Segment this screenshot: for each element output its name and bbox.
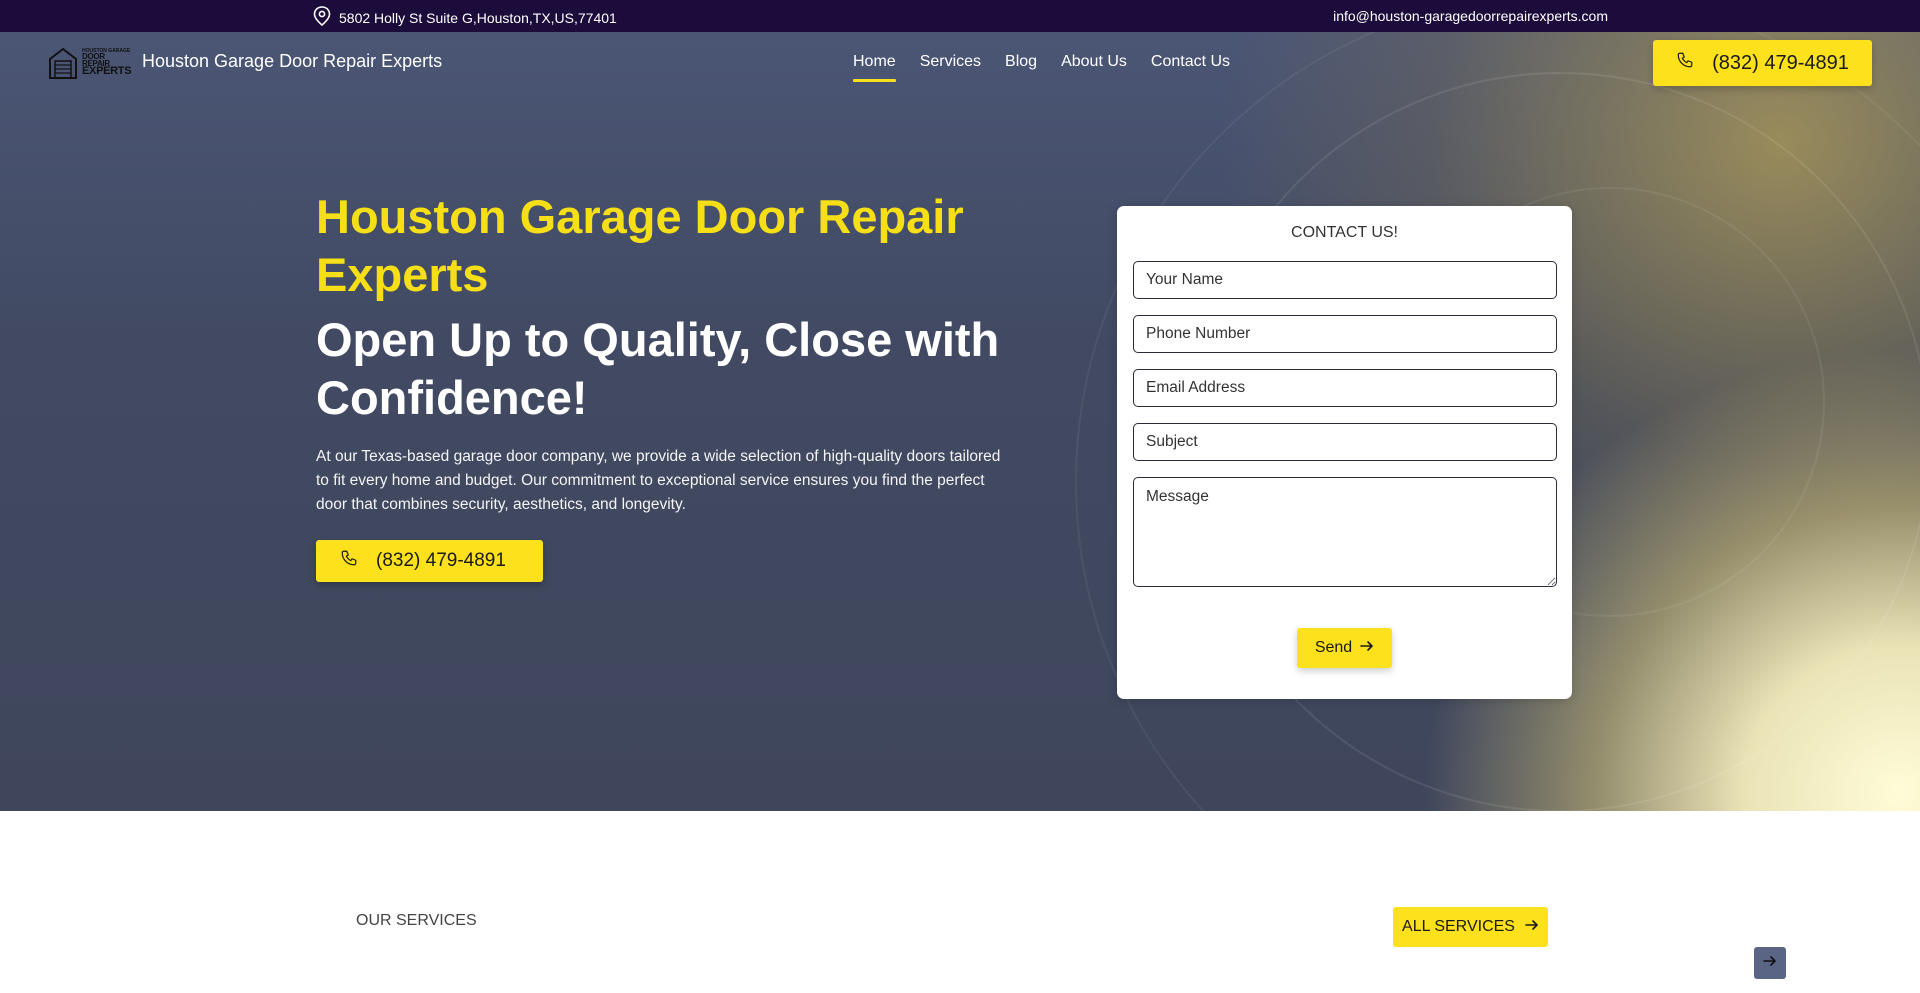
email-input[interactable]	[1133, 369, 1557, 407]
top-bar: 5802 Holly St Suite G,Houston,TX,US,7740…	[0, 0, 1920, 32]
subject-input[interactable]	[1133, 423, 1557, 461]
brand-name[interactable]: Houston Garage Door Repair Experts	[142, 51, 442, 72]
main-nav: Home Services Blog About Us Contact Us	[853, 53, 1230, 82]
logo-text: HOUSTON GARAGE DOOR REPAIR EXPERTS	[82, 47, 132, 78]
email-link[interactable]: info@houston-garagedoorrepairexperts.com	[1333, 8, 1608, 24]
arrow-right-icon	[1360, 639, 1374, 658]
hero-call-button[interactable]: (832) 479-4891	[316, 540, 543, 582]
nav-about-us[interactable]: About Us	[1061, 53, 1127, 71]
hero-title: Houston Garage Door Repair Experts	[316, 190, 964, 301]
form-title: CONTACT US!	[1291, 224, 1398, 241]
name-input[interactable]	[1133, 261, 1557, 299]
nav-blog[interactable]: Blog	[1005, 53, 1037, 71]
message-input[interactable]	[1133, 477, 1557, 587]
send-button[interactable]: Send	[1297, 628, 1392, 668]
contact-form: CONTACT US! Send	[1117, 206, 1572, 699]
nav-contact-us[interactable]: Contact Us	[1151, 53, 1230, 71]
address: 5802 Holly St Suite G,Houston,TX,US,7740…	[313, 6, 617, 29]
hero-phone-number: (832) 479-4891	[376, 550, 506, 571]
nav-services[interactable]: Services	[920, 53, 981, 71]
map-pin-icon	[313, 6, 331, 29]
all-services-button[interactable]: ALL SERVICES	[1393, 907, 1548, 947]
send-label: Send	[1314, 639, 1353, 656]
phone-icon	[340, 549, 358, 573]
garage-icon	[48, 47, 78, 79]
header-call-button[interactable]: (832) 479-4891	[1653, 40, 1872, 86]
logo[interactable]: HOUSTON GARAGE DOOR REPAIR EXPERTS	[48, 46, 134, 80]
slider-next-button[interactable]	[1754, 947, 1786, 979]
nav-home[interactable]: Home	[853, 53, 896, 82]
header-phone-number: (832) 479-4891	[1712, 51, 1849, 74]
arrow-right-icon	[1525, 918, 1539, 937]
address-text: 5802 Holly St Suite G,Houston,TX,US,7740…	[339, 9, 617, 26]
hero-subtitle: Open Up to Quality, Close with Confidenc…	[316, 313, 1000, 424]
phone-input[interactable]	[1133, 315, 1557, 353]
phone-icon	[1676, 51, 1694, 75]
hero-description: At our Texas-based garage door company, …	[316, 448, 1001, 513]
all-services-label: ALL SERVICES	[1402, 918, 1515, 935]
services-heading: OUR SERVICES	[356, 912, 477, 929]
arrow-right-icon	[1763, 954, 1777, 973]
